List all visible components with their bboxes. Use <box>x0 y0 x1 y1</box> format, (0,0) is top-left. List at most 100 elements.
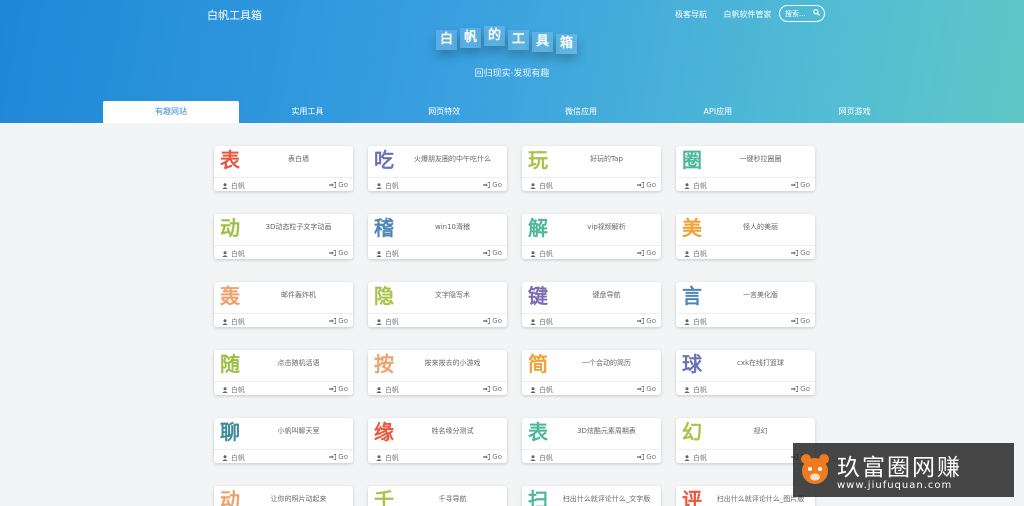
card-go-link[interactable]: Go <box>637 453 656 461</box>
card-go-link[interactable]: Go <box>329 249 348 257</box>
tool-card[interactable]: 轰邮件轰炸机 白帆 Go <box>214 282 353 327</box>
card-title[interactable]: 千寻导航 <box>402 494 503 504</box>
card-author-name: 白帆 <box>231 250 245 258</box>
card-title[interactable]: vip视频解析 <box>556 222 657 232</box>
tab-item[interactable]: 实用工具 <box>239 101 376 123</box>
card-author: 白帆 <box>684 181 707 191</box>
sign-in-icon <box>637 250 645 256</box>
card-go-link[interactable]: Go <box>483 453 502 461</box>
card-title[interactable]: 3D炫酷元素周期表 <box>556 426 657 436</box>
card-title[interactable]: win10滑稽 <box>402 222 503 232</box>
header: 白帆工具箱 极客导航 白帆软件管家 搜索... 白 帆 的 工 具 箱 回归现实… <box>0 0 1024 123</box>
sign-in-icon <box>329 386 337 392</box>
nav-link-geek[interactable]: 极客导航 <box>675 10 707 19</box>
card-go-link[interactable]: Go <box>329 453 348 461</box>
card-initial: 扫 <box>528 488 548 506</box>
tool-card[interactable]: 美怪人的美丽 白帆 Go <box>676 214 815 259</box>
card-footer: 白帆 Go <box>368 245 507 259</box>
tool-card[interactable]: 简一个会动的简历 白帆 Go <box>522 350 661 395</box>
tool-card[interactable]: 缘姓名缘分测试 白帆 Go <box>368 418 507 463</box>
tab-item[interactable]: API应用 <box>649 101 786 123</box>
card-go-link[interactable]: Go <box>791 181 810 189</box>
card-title[interactable]: 3D动态粒子文字动画 <box>248 222 349 232</box>
tool-card[interactable]: 动让你的照片动起来白帆Go <box>214 486 353 506</box>
tool-card[interactable]: 吃火爆朋友圈的中午吃什么 白帆 Go <box>368 146 507 191</box>
tool-card[interactable]: 球 cxk在线打篮球 白帆 Go <box>676 350 815 395</box>
card-initial: 缘 <box>374 420 394 444</box>
card-initial: 圈 <box>682 148 702 172</box>
card-title[interactable]: 怪人的美丽 <box>710 222 811 232</box>
card-go-label: Go <box>800 181 810 189</box>
card-go-link[interactable]: Go <box>483 249 502 257</box>
tool-card[interactable]: 解 vip视频解析 白帆 Go <box>522 214 661 259</box>
card-go-link[interactable]: Go <box>483 317 502 325</box>
card-title[interactable]: 视幻 <box>710 426 811 436</box>
tool-card[interactable]: 言一言美化版 白帆 Go <box>676 282 815 327</box>
tab-item[interactable]: 有趣网站 <box>103 101 239 123</box>
tool-card[interactable]: 动 3D动态粒子文字动画 白帆 Go <box>214 214 353 259</box>
user-icon <box>530 319 536 325</box>
card-title[interactable]: 表白墙 <box>248 154 349 164</box>
card-go-label: Go <box>338 317 348 325</box>
card-go-link[interactable]: Go <box>791 249 810 257</box>
site-brand[interactable]: 白帆工具箱 <box>207 7 262 23</box>
card-go-link[interactable]: Go <box>791 317 810 325</box>
hero-char: 具 <box>532 32 553 52</box>
card-title[interactable]: 一键秒拉圈圈 <box>710 154 811 164</box>
tool-card[interactable]: 扫扫出什么就评论什么_文字版白帆Go <box>522 486 661 506</box>
card-initial: 解 <box>528 216 548 240</box>
card-author-name: 白帆 <box>385 318 399 326</box>
card-go-link[interactable]: Go <box>329 317 348 325</box>
nav-link-software[interactable]: 白帆软件管家 <box>724 10 772 19</box>
tool-card[interactable]: 聊小帆叫聊天室 白帆 Go <box>214 418 353 463</box>
tool-card[interactable]: 表表白墙 白帆 Go <box>214 146 353 191</box>
card-title[interactable]: cxk在线打篮球 <box>710 358 811 368</box>
card-author-name: 白帆 <box>693 182 707 190</box>
card-footer: 白帆 Go <box>676 313 815 327</box>
sign-in-icon <box>791 182 799 188</box>
card-title[interactable]: 让你的照片动起来 <box>248 494 349 504</box>
card-go-link[interactable]: Go <box>483 385 502 393</box>
sign-in-icon <box>483 318 491 324</box>
tool-card[interactable]: 玩好玩的Tap 白帆 Go <box>522 146 661 191</box>
card-title[interactable]: 好玩的Tap <box>556 154 657 164</box>
card-title[interactable]: 点击随机话语 <box>248 358 349 368</box>
card-title[interactable]: 姓名缘分测试 <box>402 426 503 436</box>
card-title[interactable]: 火爆朋友圈的中午吃什么 <box>402 154 503 164</box>
card-footer: 白帆 Go <box>368 177 507 191</box>
card-title[interactable]: 一言美化版 <box>710 290 811 300</box>
tool-card[interactable]: 千千寻导航白帆Go <box>368 486 507 506</box>
card-go-link[interactable]: Go <box>329 385 348 393</box>
user-icon <box>684 183 690 189</box>
tab-item[interactable]: 网页特效 <box>376 101 513 123</box>
sign-in-icon <box>791 318 799 324</box>
tool-card[interactable]: 键键盘导航 白帆 Go <box>522 282 661 327</box>
card-title[interactable]: 按来按去的小游戏 <box>402 358 503 368</box>
card-go-link[interactable]: Go <box>637 317 656 325</box>
hero-subtitle: 回归现实·发现有趣 <box>474 69 550 79</box>
tool-card[interactable]: 隐文字隐写术 白帆 Go <box>368 282 507 327</box>
search-icon[interactable] <box>813 9 820 16</box>
tool-card[interactable]: 圈一键秒拉圈圈白帆 Go <box>676 146 815 191</box>
tool-card[interactable]: 表 3D炫酷元素周期表 白帆 Go <box>522 418 661 463</box>
tool-card[interactable]: 按按来按去的小游戏 白帆 Go <box>368 350 507 395</box>
card-title[interactable]: 小帆叫聊天室 <box>248 426 349 436</box>
tab-item[interactable]: 微信应用 <box>513 101 650 123</box>
card-title[interactable]: 邮件轰炸机 <box>248 290 349 300</box>
tool-card[interactable]: 稽 win10滑稽 白帆 Go <box>368 214 507 259</box>
card-go-link[interactable]: Go <box>483 181 502 189</box>
card-initial: 简 <box>528 352 548 376</box>
card-go-link[interactable]: Go <box>791 385 810 393</box>
card-go-link[interactable]: Go <box>637 385 656 393</box>
tab-item[interactable]: 网页游戏 <box>786 101 923 123</box>
card-go-link[interactable]: Go <box>329 181 348 189</box>
user-icon <box>376 183 382 189</box>
tool-card[interactable]: 随点击随机话语 白帆 Go <box>214 350 353 395</box>
card-go-link[interactable]: Go <box>637 181 656 189</box>
search-input[interactable]: 搜索... <box>779 5 825 22</box>
card-title[interactable]: 扫出什么就评论什么_文字版 <box>556 494 657 504</box>
card-title[interactable]: 键盘导航 <box>556 290 657 300</box>
card-go-link[interactable]: Go <box>637 249 656 257</box>
card-title[interactable]: 一个会动的简历 <box>556 358 657 368</box>
card-title[interactable]: 文字隐写术 <box>402 290 503 300</box>
